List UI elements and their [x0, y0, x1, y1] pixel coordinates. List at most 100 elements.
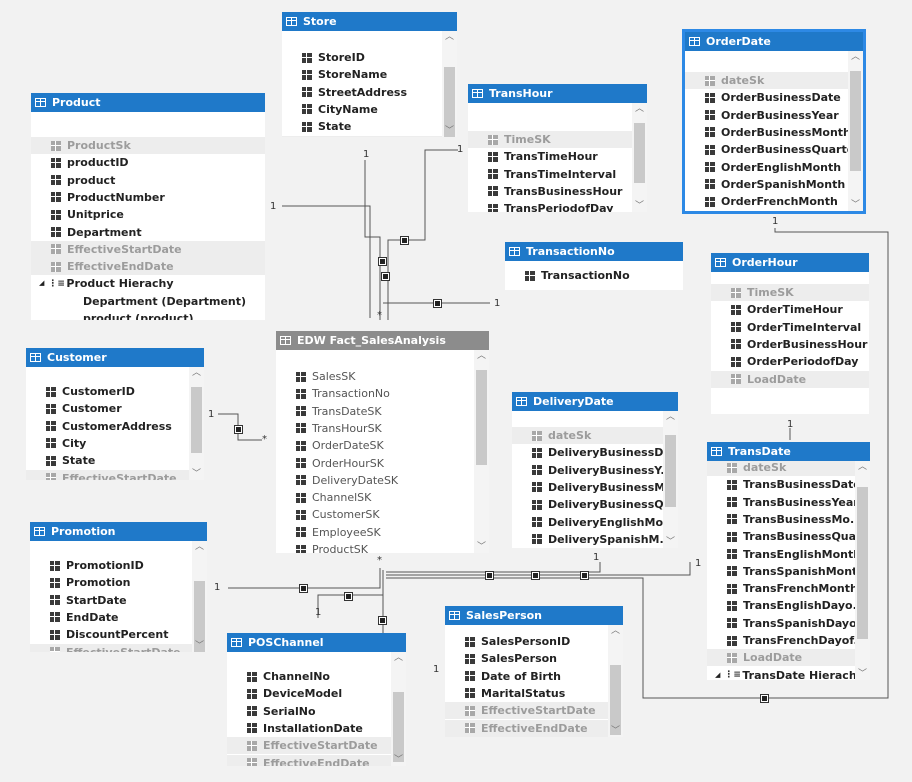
table-orderhour[interactable]: OrderHour TimeSK OrderTimeHour OrderTimeInt… — [711, 253, 869, 414]
field-row[interactable]: TransHourSK — [276, 420, 474, 437]
table-store[interactable]: Store StoreID StoreName StreetAddress CityNa… — [282, 12, 457, 137]
field-row[interactable]: SerialNo — [227, 703, 391, 720]
table-header[interactable]: EDW Fact_SalesAnalysis — [276, 331, 489, 350]
field-row[interactable]: TimeSK — [468, 131, 632, 148]
field-row[interactable]: TransSpanishDayo... — [707, 615, 869, 632]
table-poschannel[interactable]: POSChannel ChannelNo DeviceModel SerialNo In… — [227, 633, 406, 766]
field-row[interactable]: product (product) — [31, 310, 265, 320]
table-header[interactable]: DeliveryDate — [512, 392, 678, 411]
field-row[interactable]: DeliveryBusinessM... — [512, 479, 678, 496]
field-row[interactable]: TransBusinessHour — [468, 183, 632, 200]
field-row[interactable]: EffectiveStartDate — [227, 737, 391, 755]
field-row[interactable]: ProductSK — [276, 541, 474, 553]
scroll-down-icon[interactable]: ﹀ — [632, 200, 647, 212]
scrollbar[interactable]: ︿ ﹀ — [608, 625, 623, 737]
field-row[interactable]: OrderDateSK — [276, 437, 474, 454]
field-row[interactable]: OrderHourSK — [276, 455, 474, 472]
scroll-up-icon[interactable]: ︿ — [855, 461, 870, 473]
field-row[interactable]: EffectiveEndDate — [227, 754, 391, 766]
field-row[interactable]: EffectiveEndDate — [31, 258, 265, 276]
field-row[interactable]: SalesPersonID — [445, 633, 608, 650]
field-row[interactable]: State — [282, 118, 442, 135]
field-row[interactable]: CustomerID — [26, 383, 189, 400]
table-header[interactable]: TransDate — [707, 442, 870, 461]
scrollbar-thumb[interactable] — [857, 487, 868, 639]
scrollbar-thumb[interactable] — [665, 435, 676, 507]
scroll-down-icon[interactable]: ﹀ — [391, 754, 406, 766]
field-row[interactable]: LoadDate — [707, 649, 855, 667]
field-row[interactable]: EffectiveStartDate — [282, 135, 442, 137]
field-row[interactable]: ◢ ⋮≡ Product Hierachy — [31, 275, 265, 292]
table-transdate[interactable]: TransDate dateSk TransBusinessDate TransBus… — [707, 442, 870, 680]
scrollbar-thumb[interactable] — [634, 123, 645, 183]
expand-arrow-icon[interactable]: ◢ — [39, 275, 44, 292]
field-row[interactable]: TransFrenchMonth — [707, 580, 858, 597]
field-row[interactable]: Customer — [26, 400, 189, 417]
table-transactionno[interactable]: TransactionNo TransactionNo — [505, 242, 683, 290]
field-row[interactable]: DeliveryBusinessY... — [512, 462, 673, 479]
scrollbar-thumb[interactable] — [476, 370, 487, 465]
scrollbar-thumb[interactable] — [850, 71, 861, 171]
scrollbar[interactable]: ︿ ﹀ — [663, 411, 678, 548]
scrollbar[interactable]: ︿ ﹀ — [391, 652, 406, 766]
scrollbar[interactable]: ︿ ﹀ — [632, 103, 647, 212]
field-row[interactable]: MaritalStatus — [445, 685, 608, 702]
field-row[interactable]: OrderBusinessQuarter — [685, 141, 860, 158]
field-row[interactable]: ChannelSK — [276, 489, 474, 506]
table-customer[interactable]: Customer CustomerID Customer CustomerAddres… — [26, 348, 204, 480]
field-row[interactable]: DeliveryBusinessQ... — [512, 496, 676, 513]
field-row[interactable]: EffectiveStartDate — [31, 240, 265, 258]
field-row[interactable]: TransSpanishMonth — [707, 563, 865, 580]
field-row[interactable]: TransDateSK — [276, 403, 474, 420]
scroll-up-icon[interactable]: ︿ — [189, 367, 204, 379]
field-row[interactable]: OrderSpanishMonth — [685, 176, 848, 193]
field-row[interactable]: Department (Department) — [31, 293, 265, 310]
field-row[interactable]: SalesPerson — [445, 650, 608, 667]
table-header[interactable]: Product — [31, 93, 265, 112]
scrollbar[interactable]: ︿ ﹀ — [442, 31, 457, 137]
field-row[interactable]: EffectiveEndDate — [445, 719, 608, 737]
scroll-down-icon[interactable]: ﹀ — [663, 536, 678, 548]
scroll-down-icon[interactable]: ﹀ — [442, 125, 457, 137]
scroll-down-icon[interactable]: ﹀ — [608, 725, 623, 737]
table-transhour[interactable]: TransHour TimeSK TransTimeHour TransTimeInt… — [468, 84, 647, 212]
field-row[interactable]: SalesSK — [276, 368, 474, 385]
field-row[interactable]: DeliveryEnglishMo... — [512, 514, 676, 531]
field-row[interactable]: product — [31, 172, 265, 189]
field-row[interactable]: TransBusinessMo... — [707, 511, 862, 528]
field-row[interactable]: OrderBusinessHour — [711, 336, 869, 353]
field-row[interactable]: Unitprice — [31, 206, 265, 223]
field-row[interactable]: ChannelNo — [227, 668, 391, 685]
field-row[interactable]: OrderFrenchMonth — [685, 193, 848, 210]
field-row[interactable]: EffectiveStartDate — [26, 469, 189, 480]
field-row[interactable]: OrderTimeHour — [711, 301, 869, 318]
field-row[interactable]: DeliveryDateSK — [276, 472, 474, 489]
table-header[interactable]: TransactionNo — [505, 242, 683, 261]
scroll-up-icon[interactable]: ︿ — [192, 541, 207, 553]
field-row[interactable]: OrderEnglishDayofW... — [685, 210, 848, 211]
scroll-down-icon[interactable]: ﹀ — [189, 468, 204, 480]
table-edw-fact-salesanalysis[interactable]: EDW Fact_SalesAnalysis SalesSK Transaction… — [276, 331, 489, 553]
field-row[interactable]: DiscountPercent — [30, 626, 192, 643]
scroll-up-icon[interactable]: ︿ — [848, 51, 863, 63]
field-row[interactable]: TransBusinessDate — [707, 476, 861, 493]
scroll-up-icon[interactable]: ︿ — [442, 31, 457, 43]
field-row[interactable]: EffectiveStartDate — [445, 702, 608, 720]
table-deliverydate[interactable]: DeliveryDate dateSk DeliveryBusinessD... De… — [512, 392, 678, 548]
field-row[interactable]: TransFrenchDayof... — [707, 632, 866, 649]
table-header[interactable]: SalesPerson — [445, 606, 623, 625]
scroll-down-icon[interactable]: ﹀ — [474, 541, 489, 553]
scroll-down-icon[interactable]: ﹀ — [848, 199, 863, 211]
field-row[interactable]: TransactionNo — [505, 267, 683, 284]
field-row[interactable]: TransEnglishDayo... — [707, 597, 865, 614]
scroll-up-icon[interactable]: ︿ — [663, 411, 678, 423]
scrollbar[interactable]: ︿ ﹀ — [855, 461, 870, 680]
table-header[interactable]: TransHour — [468, 84, 647, 103]
field-row[interactable]: OrderBusinessYear — [685, 107, 848, 124]
scrollbar[interactable]: ︿ ﹀ — [474, 350, 489, 553]
table-product[interactable]: Product ProductSk productID product ProductN… — [31, 93, 265, 320]
scroll-up-icon[interactable]: ︿ — [632, 103, 647, 115]
field-row[interactable]: DeliveryBusinessD... — [512, 444, 676, 461]
field-row[interactable]: CityName — [282, 101, 442, 118]
field-row[interactable]: TransTimeInterval — [468, 166, 632, 183]
